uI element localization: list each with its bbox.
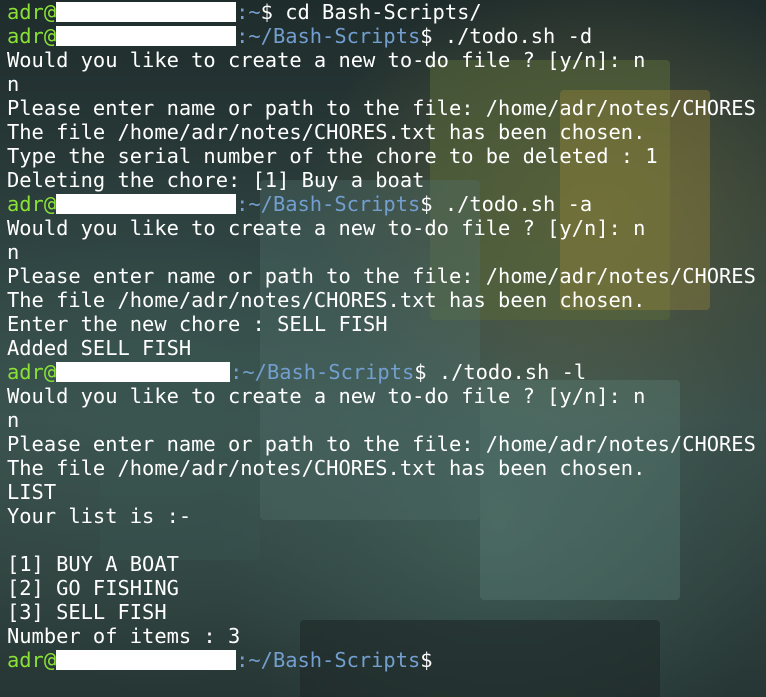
output-line: Would you like to create a new to-do fil… [7, 384, 646, 408]
prompt-user: adr@ [7, 360, 57, 384]
output-line: Enter the new chore : SELL FISH [7, 312, 388, 336]
terminal-output[interactable]: adr@:~$ cd Bash-Scripts/adr@:~/Bash-Scri… [7, 0, 766, 672]
prompt-line: adr@ :~$ cd Bash-Scripts/ [7, 0, 766, 24]
prompt-path: :~/Bash-Scripts [236, 648, 421, 672]
redacted-hostname [56, 2, 237, 22]
output-line: Added SELL FISH [7, 336, 192, 360]
prompt-line: adr@ :~/Bash-Scripts$ ./todo.sh -d [7, 24, 766, 48]
output-line: [3] SELL FISH [7, 600, 167, 624]
prompt-path: :~ [236, 0, 261, 24]
prompt-user: adr@ [7, 24, 57, 48]
output-line: [2] GO FISHING [7, 576, 179, 600]
prompt-symbol: $ [420, 192, 433, 216]
prompt-user: adr@ [7, 192, 57, 216]
prompt-line: adr@ :~/Bash-Scripts$ ./todo.sh -a [7, 192, 766, 216]
output-line: n [7, 240, 20, 264]
prompt-path: :~/Bash-Scripts [236, 24, 421, 48]
prompt-symbol: $ [260, 0, 273, 24]
output-line: n [7, 408, 20, 432]
output-line: Please enter name or path to the file: /… [7, 432, 756, 456]
output-line: Deleting the chore: [1] Buy a boat [7, 168, 425, 192]
prompt-symbol: $ [414, 360, 427, 384]
command-text: ./todo.sh -a [432, 192, 593, 216]
output-line: Number of items : 3 [7, 624, 241, 648]
output-line: Type the serial number of the chore to b… [7, 144, 658, 168]
output-line: Your list is :- [7, 504, 192, 528]
redacted-hostname [56, 650, 237, 670]
output-line: n [7, 72, 20, 96]
prompt-symbol: $ [420, 24, 433, 48]
prompt-path: :~/Bash-Scripts [236, 192, 421, 216]
prompt-symbol: $ [420, 648, 433, 672]
output-line: [1] BUY A BOAT [7, 552, 179, 576]
command-text: ./todo.sh -l [426, 360, 587, 384]
redacted-hostname [56, 194, 237, 214]
output-line: The file /home/adr/notes/CHORES.txt has … [7, 456, 646, 480]
prompt-user: adr@ [7, 0, 57, 24]
command-text: cd Bash-Scripts/ [272, 0, 482, 24]
output-line: Would you like to create a new to-do fil… [7, 216, 646, 240]
prompt-path: :~/Bash-Scripts [230, 360, 415, 384]
output-line: Please enter name or path to the file: /… [7, 264, 756, 288]
output-line: LIST [7, 480, 57, 504]
redacted-hostname [56, 26, 237, 46]
output-line: Would you like to create a new to-do fil… [7, 48, 646, 72]
command-text: ./todo.sh -d [432, 24, 593, 48]
redacted-hostname [56, 362, 231, 382]
output-line: The file /home/adr/notes/CHORES.txt has … [7, 120, 646, 144]
prompt-line: adr@ :~/Bash-Scripts$ [7, 648, 766, 672]
prompt-line: adr@ :~/Bash-Scripts$ ./todo.sh -l [7, 360, 766, 384]
output-line: Please enter name or path to the file: /… [7, 96, 756, 120]
prompt-user: adr@ [7, 648, 57, 672]
output-line: The file /home/adr/notes/CHORES.txt has … [7, 288, 646, 312]
